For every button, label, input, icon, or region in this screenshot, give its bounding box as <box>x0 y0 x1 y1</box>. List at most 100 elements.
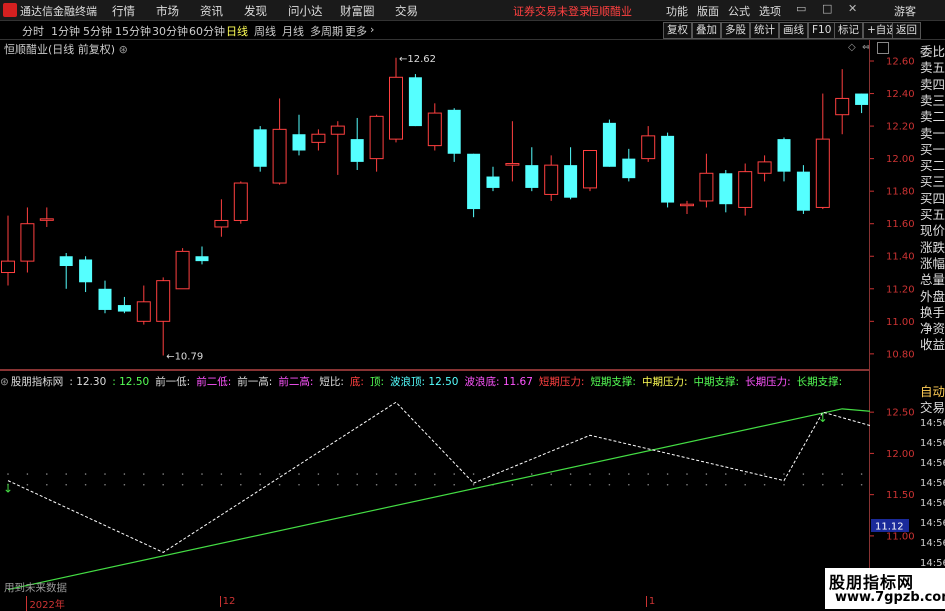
menu-caifuquan[interactable]: 财富圈 <box>340 3 375 19</box>
candle <box>311 129 326 151</box>
period-weekly[interactable]: 周线 <box>254 23 276 39</box>
indicator-chart[interactable]: ↓ ↓ 用到未来数据 <box>0 370 870 596</box>
price-axis: 12.60 12.40 12.20 12.00 11.80 11.60 11.40 11.20… <box>870 57 915 360</box>
trade-panel-label[interactable]: 自动 <box>920 384 945 400</box>
btn-biaoji[interactable]: 标记 <box>834 22 863 39</box>
menu-jiaoyi[interactable]: 交易 <box>395 3 418 19</box>
minimize-icon[interactable]: ▭ <box>796 2 806 15</box>
support-dot <box>259 483 262 486</box>
candle <box>661 132 675 208</box>
candle <box>525 147 539 192</box>
candle <box>544 155 559 201</box>
candle <box>855 93 869 114</box>
support-dot <box>337 483 339 486</box>
candle <box>214 199 229 237</box>
chevron-right-icon[interactable]: › <box>370 23 374 36</box>
quote-field-label: 买五 <box>920 207 945 222</box>
candle-body <box>583 149 597 189</box>
candle <box>195 246 209 265</box>
btn-huaxian[interactable]: 画线 <box>779 22 808 39</box>
candle-body <box>214 219 229 228</box>
btn-fanhui[interactable]: 返回 <box>892 22 921 39</box>
support-dot <box>84 483 87 486</box>
support-dot <box>841 483 843 486</box>
candle-body <box>39 218 54 221</box>
menu-gongshi[interactable]: 公式 <box>728 3 750 19</box>
candle-body <box>855 93 869 105</box>
candle-body <box>564 165 578 198</box>
menu-faxian[interactable]: 发现 <box>244 3 267 19</box>
indicator-legend-item: 前一高: <box>237 376 273 388</box>
trade-panel-label[interactable]: 交易 <box>920 400 945 416</box>
close-icon[interactable]: ✕ <box>848 2 857 15</box>
menu-hangqing[interactable]: 行情 <box>112 3 135 19</box>
indicator-settings-icon[interactable]: ⊛ <box>0 376 9 388</box>
period-multi[interactable]: 多周期 <box>310 23 343 39</box>
user-guest[interactable]: 游客 <box>894 3 916 19</box>
period-1min[interactable]: 1分钟 <box>51 23 80 39</box>
axis-tick-label: 12.00 <box>886 154 915 165</box>
period-30min[interactable]: 30分钟 <box>152 23 188 39</box>
support-dot <box>608 483 611 486</box>
support-dot <box>472 473 475 475</box>
menu-banmian[interactable]: 版面 <box>697 3 719 19</box>
support-dot <box>628 473 630 475</box>
candle-body <box>427 112 442 147</box>
menu-shichang[interactable]: 市场 <box>156 3 179 19</box>
support-dot <box>705 473 708 475</box>
support-dot <box>414 473 417 475</box>
app-title: 通达信金融终端 <box>20 5 97 18</box>
candle-body <box>233 182 248 221</box>
support-dot <box>472 483 475 486</box>
support-dot <box>395 473 397 475</box>
btn-duogu[interactable]: 多股 <box>721 22 750 39</box>
period-5min[interactable]: 5分钟 <box>83 23 112 39</box>
trend-line <box>7 408 870 591</box>
menu-wenxiaoda[interactable]: 问小达 <box>288 3 323 19</box>
period-more[interactable]: 更多 <box>345 23 367 39</box>
support-dot <box>783 483 785 486</box>
candle-body <box>389 76 403 140</box>
period-bar: 分时 1分钟 5分钟 15分钟 30分钟 60分钟 日线 周线 月线 多周期 更… <box>0 21 945 40</box>
period-monthly[interactable]: 月线 <box>282 23 304 39</box>
support-dot <box>317 473 320 475</box>
support-dot <box>298 473 300 475</box>
candle <box>389 57 403 143</box>
login-notice[interactable]: 证券交易未登录 <box>513 3 590 19</box>
candle <box>156 277 171 356</box>
btn-f10[interactable]: F10 <box>808 22 836 39</box>
axis-tick-label: 11.80 <box>886 187 915 198</box>
btn-tongji[interactable]: 统计 <box>750 22 779 39</box>
btn-fuquan[interactable]: 复权 <box>663 22 692 39</box>
candle-body <box>757 161 772 174</box>
support-dot <box>356 473 359 475</box>
period-15min[interactable]: 15分钟 <box>115 23 151 39</box>
restore-icon[interactable]: □ <box>822 2 832 15</box>
support-dot <box>802 473 805 475</box>
candle-body <box>20 223 35 262</box>
menu-zixun[interactable]: 资讯 <box>200 3 223 19</box>
period-60min[interactable]: 60分钟 <box>189 23 225 39</box>
period-daily[interactable]: 日线 <box>226 23 248 39</box>
trade-time: 14:56 <box>920 498 945 509</box>
menu-gongneng[interactable]: 功能 <box>666 3 688 19</box>
candle <box>719 170 733 213</box>
menu-xuanxiang[interactable]: 选项 <box>759 3 781 19</box>
current-value-label: 11.12 <box>875 522 904 533</box>
title-bar: 通达信金融终端 行情 市场 资讯 发现 问小达 财富圈 交易 证券交易未登录 恒… <box>0 0 945 21</box>
indicator-legend-item: 波浪顶: 12.50 <box>390 376 459 388</box>
future-data-note: 用到未来数据 <box>4 581 67 594</box>
candle <box>505 121 520 182</box>
indicator-legend: ⊛ 股朋指标网: 12.30: 12.50 前一低: 前二低: 前一高: 前二高: 短比: 底… <box>0 374 870 390</box>
wave-line <box>7 401 870 553</box>
candle-body <box>79 259 93 283</box>
period-fenshi[interactable]: 分时 <box>22 23 44 39</box>
btn-diejia[interactable]: 叠加 <box>692 22 721 39</box>
candle <box>272 98 287 185</box>
axis-tick-label: 12.20 <box>886 122 915 133</box>
candle <box>777 137 791 182</box>
candle-body <box>622 158 636 179</box>
candlestick-chart[interactable]: ←12.62 ←10.79 <box>0 40 870 370</box>
support-dot <box>763 473 766 475</box>
axis-tick-label: 10.80 <box>886 349 915 360</box>
